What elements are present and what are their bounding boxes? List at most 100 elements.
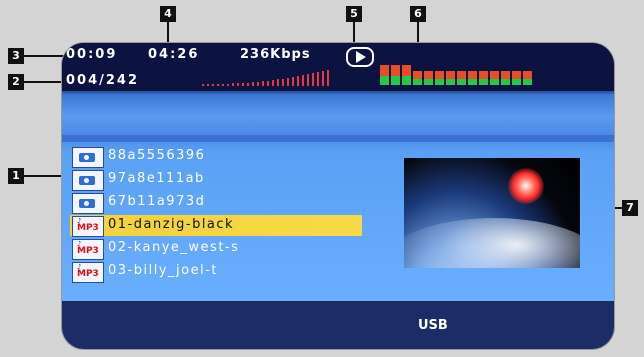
camera-glyph	[79, 153, 95, 162]
mp3-file-icon: ♪ MP3	[72, 216, 104, 237]
file-name: 67b11a973d	[108, 194, 206, 209]
photo-file-icon	[72, 170, 104, 191]
volume-tick	[272, 80, 274, 86]
callout-badge-4: 4	[160, 6, 176, 22]
spectrum-bar-peak	[446, 71, 455, 79]
spectrum-bar-peak	[424, 71, 433, 79]
spectrum-bar-level	[490, 79, 499, 85]
file-list-item[interactable]: 67b11a973d	[70, 192, 362, 214]
spectrum-bar	[457, 71, 466, 85]
spectrum-bar-peak	[523, 71, 532, 79]
file-name: 01-danzig-black	[108, 217, 235, 232]
volume-tick	[242, 83, 244, 86]
callout-line-1	[24, 175, 64, 177]
file-name: 03-billy_joel-t	[108, 263, 218, 278]
volume-tick	[207, 84, 209, 86]
file-name: 02-kanye_west-s	[108, 240, 240, 255]
file-name: 97a8e111ab	[108, 171, 205, 186]
sun-flare	[508, 168, 544, 204]
volume-tick	[237, 83, 239, 86]
file-list-item[interactable]: 88a5556396	[70, 146, 362, 168]
spectrum-bar-level	[468, 79, 477, 85]
spectrum-bar	[435, 71, 444, 85]
total-time: 04:26	[148, 47, 200, 62]
spectrum-bar-peak	[413, 71, 422, 79]
spectrum-bar-level	[457, 79, 466, 85]
callout-badge-5: 5	[346, 6, 362, 22]
volume-tick	[262, 81, 264, 86]
spectrum-bar-peak	[468, 71, 477, 79]
spectrum-bar-level	[413, 79, 422, 85]
bitrate: 236Kbps	[240, 47, 311, 62]
volume-tick	[322, 71, 324, 86]
spectrum-bar	[413, 71, 422, 85]
volume-tick	[232, 83, 234, 86]
callout-badge-6: 6	[410, 6, 426, 22]
spectrum-bar	[380, 65, 389, 85]
file-list: 88a5556396 97a8e111ab 67b11a973d ♪ MP3 01-dan…	[70, 146, 362, 284]
spectrum-bar-peak	[490, 71, 499, 79]
volume-tick	[252, 82, 254, 86]
spectrum-bar	[501, 71, 510, 85]
volume-tick	[267, 81, 269, 86]
volume-tick	[297, 76, 299, 86]
file-list-item[interactable]: ♪ MP3 02-kanye_west-s	[70, 238, 362, 260]
spectrum-bar	[391, 65, 400, 85]
mp3-tag: MP3	[77, 269, 99, 279]
photo-file-icon	[72, 147, 104, 168]
elapsed-time: 00:09	[66, 47, 118, 62]
volume-tick	[287, 78, 289, 86]
callout-badge-1: 1	[8, 168, 24, 184]
spectrum-bar	[424, 71, 433, 85]
spectrum-bar-peak	[391, 65, 400, 76]
file-name: 88a5556396	[108, 148, 206, 163]
volume-tick	[212, 84, 214, 86]
spectrum-bar	[523, 71, 532, 85]
spectrum-bar-peak	[479, 71, 488, 79]
spectrum-bar-level	[435, 79, 444, 85]
spectrum-bar-level	[523, 79, 532, 85]
spectrum-bar-peak	[402, 65, 411, 76]
bottom-bar: USB	[62, 301, 614, 349]
spectrum-bar-peak	[435, 71, 444, 79]
mp3-tag: MP3	[77, 246, 99, 256]
volume-tick	[317, 72, 319, 86]
divider-band	[62, 135, 614, 142]
spectrum-bar	[402, 65, 411, 85]
file-list-item[interactable]: ♪ MP3 03-billy_joel-t	[70, 261, 362, 283]
volume-tick	[202, 84, 204, 86]
spectrum-bar-level	[446, 79, 455, 85]
track-counter: 004/242	[66, 73, 140, 88]
volume-tick	[282, 79, 284, 86]
volume-tick	[217, 84, 219, 86]
volume-tick	[277, 79, 279, 86]
mp3-file-icon: ♪ MP3	[72, 239, 104, 260]
volume-tick	[257, 82, 259, 86]
spectrum-bar	[490, 71, 499, 85]
volume-meter	[202, 70, 332, 86]
spectrum-bar-level	[479, 79, 488, 85]
spectrum-bar-peak	[512, 71, 521, 79]
callout-line-2	[24, 81, 64, 83]
file-list-item[interactable]: 97a8e111ab	[70, 169, 362, 191]
file-list-item[interactable]: ♪ MP3 01-danzig-black	[70, 215, 362, 237]
volume-tick	[292, 77, 294, 86]
spectrum-bar-level	[501, 79, 510, 85]
volume-tick	[327, 70, 329, 86]
volume-tick	[307, 74, 309, 86]
volume-tick	[227, 84, 229, 86]
spectrum-bar	[446, 71, 455, 85]
source-label: USB	[418, 318, 448, 333]
play-icon[interactable]	[346, 47, 374, 67]
volume-tick	[302, 75, 304, 86]
spectrum-bar	[468, 71, 477, 85]
preview-thumbnail	[404, 158, 580, 268]
photo-file-icon	[72, 193, 104, 214]
camera-glyph	[79, 199, 95, 208]
mp3-file-icon: ♪ MP3	[72, 262, 104, 283]
spectrum-bar-level	[380, 76, 389, 85]
spectrum-bar-peak	[501, 71, 510, 79]
callout-badge-7: 7	[622, 200, 638, 216]
spectrum-bar-level	[402, 76, 411, 85]
volume-tick	[312, 73, 314, 86]
